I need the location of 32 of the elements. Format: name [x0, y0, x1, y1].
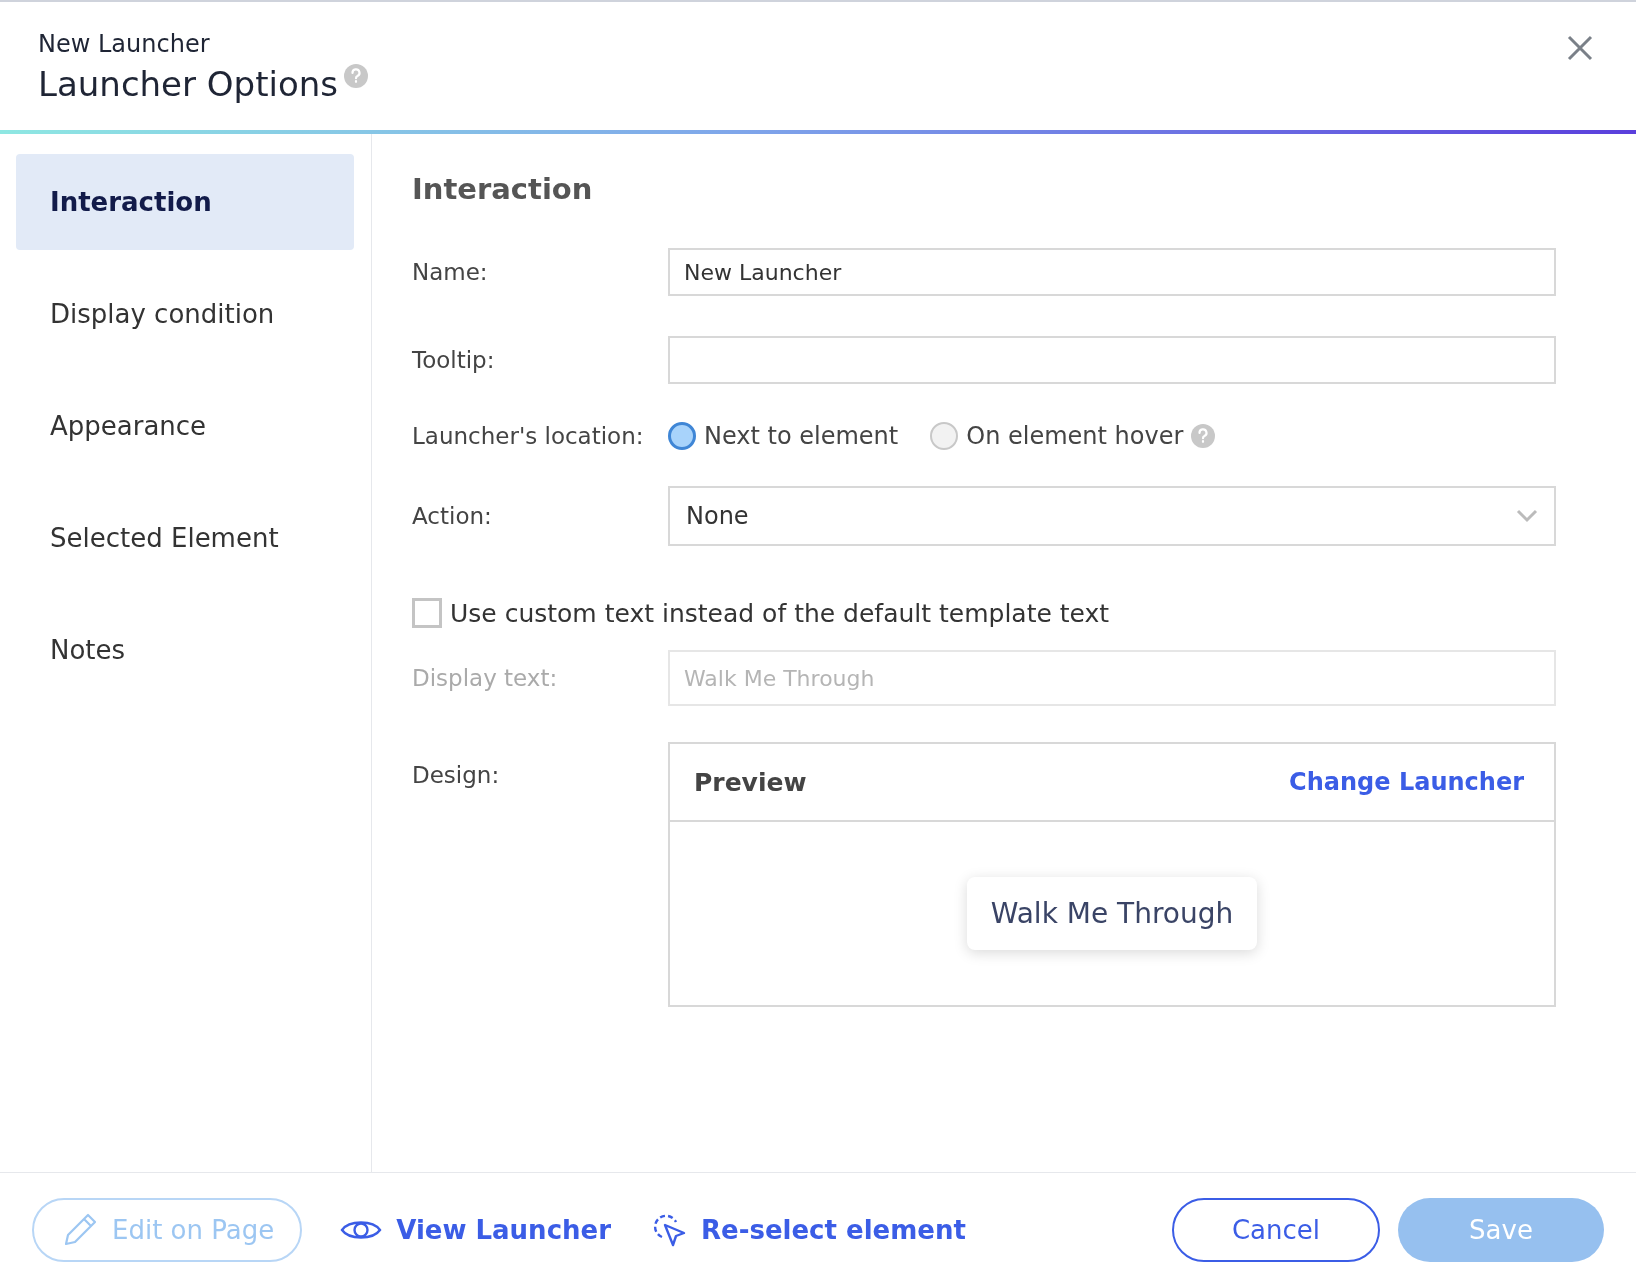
action-dropdown[interactable]: None: [668, 486, 1556, 546]
sidebar-item[interactable]: Notes: [16, 602, 354, 698]
field-label: Name:: [412, 259, 489, 285]
radio-label: On element hover: [966, 422, 1184, 450]
preview-title: Preview: [694, 767, 807, 797]
radio-button[interactable]: [668, 422, 696, 450]
help-icon[interactable]: [1191, 424, 1216, 448]
tooltip-field[interactable]: [668, 336, 1556, 384]
sidebar-item[interactable]: Interaction: [16, 154, 354, 250]
dialog-title: Launcher Options: [38, 64, 338, 104]
help-icon[interactable]: [344, 64, 368, 88]
name-field[interactable]: New Launcher: [668, 248, 1556, 296]
field-label: Design:: [412, 761, 501, 788]
launcher-preview-button[interactable]: Walk Me Through: [966, 877, 1258, 950]
radio-button[interactable]: [930, 422, 959, 450]
view-launcher-button[interactable]: View Launcher: [340, 1214, 611, 1245]
field-label: Tooltip:: [412, 347, 496, 373]
sidebar-item[interactable]: Display condition: [16, 266, 354, 362]
field-label: Display text:: [412, 665, 559, 691]
reselect-element-button[interactable]: Re-select element: [649, 1210, 966, 1249]
chevron-down-icon: [1516, 509, 1538, 523]
radio-label: Next to element: [704, 422, 899, 450]
sidebar-item[interactable]: Selected Element: [16, 490, 354, 586]
checkbox[interactable]: [412, 598, 442, 628]
dialog-subtitle: New Launcher: [38, 30, 211, 58]
section-title: Interaction: [412, 172, 594, 206]
checkbox-label: Use custom text instead of the default template text: [450, 598, 1110, 628]
cancel-button[interactable]: Cancel: [1172, 1197, 1380, 1262]
field-label: Launcher's location:: [412, 423, 645, 449]
sidebar-item[interactable]: Appearance: [16, 378, 354, 474]
change-launcher-link[interactable]: Change Launcher: [1289, 768, 1524, 796]
field-label: Action:: [412, 503, 493, 529]
